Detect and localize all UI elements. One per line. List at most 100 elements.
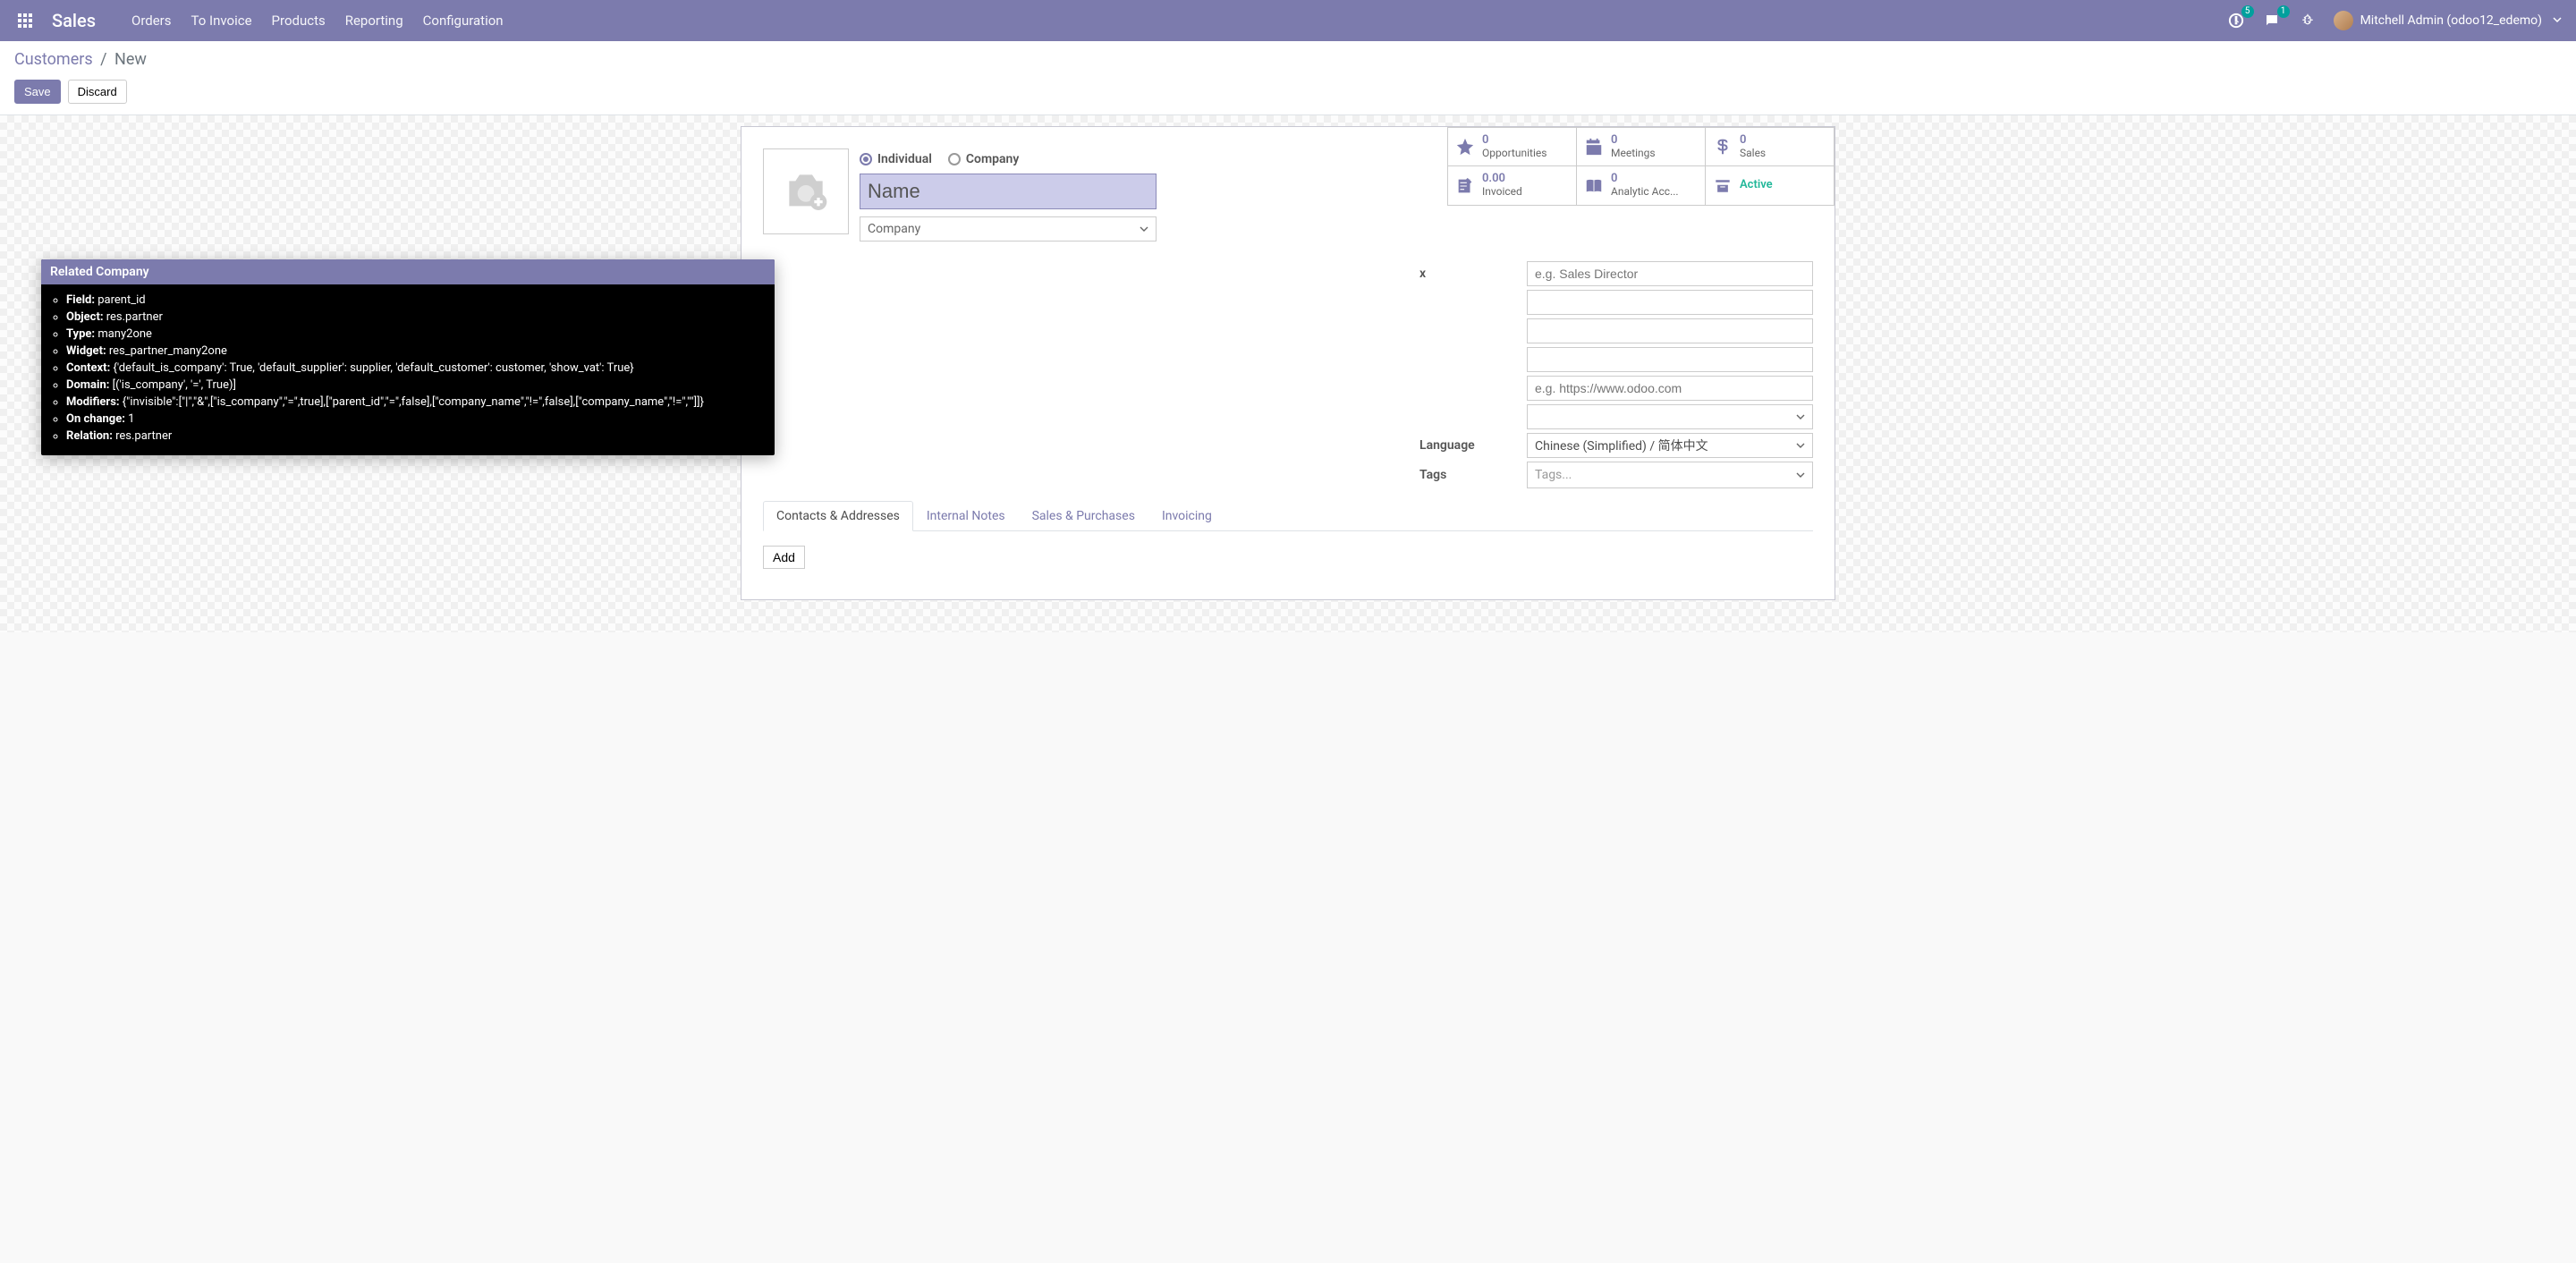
stat-num: 0 bbox=[1740, 134, 1766, 148]
tooltip-row: Modifiers: {"invisible":["|","&",["is_co… bbox=[66, 394, 775, 411]
chevron-down-icon bbox=[1796, 412, 1805, 421]
menu-reporting[interactable]: Reporting bbox=[345, 13, 403, 29]
job-position-input[interactable] bbox=[1527, 261, 1813, 286]
menu-configuration[interactable]: Configuration bbox=[423, 13, 504, 29]
tab-invoicing[interactable]: Invoicing bbox=[1148, 501, 1225, 531]
mobile-input[interactable] bbox=[1527, 318, 1813, 343]
tooltip-row: Type: many2one bbox=[66, 326, 775, 343]
stat-analytic[interactable]: 0Analytic Acc... bbox=[1577, 166, 1706, 206]
fields-right: x x x x x x bbox=[1419, 261, 1813, 488]
activities-icon[interactable]: 5 bbox=[2226, 11, 2246, 30]
breadcrumb: Customers / New bbox=[14, 50, 2562, 69]
stat-label: Meetings bbox=[1611, 148, 1656, 160]
discard-button[interactable]: Discard bbox=[68, 80, 127, 104]
menu-orders[interactable]: Orders bbox=[131, 13, 172, 29]
stat-label: Invoiced bbox=[1482, 186, 1522, 199]
cp-buttons: Save Discard bbox=[14, 80, 2562, 104]
breadcrumb-sep: / bbox=[97, 50, 110, 69]
control-panel: Customers / New Save Discard bbox=[0, 41, 2576, 115]
field-tooltip: Related Company Field: parent_id Object:… bbox=[41, 259, 775, 455]
tags-input[interactable]: Tags... bbox=[1527, 462, 1813, 488]
stat-meetings[interactable]: 0Meetings bbox=[1577, 127, 1706, 166]
tabs: Contacts & Addresses Internal Notes Sale… bbox=[763, 501, 1813, 531]
caret-down-icon bbox=[2553, 13, 2562, 28]
radio-icon bbox=[860, 153, 872, 165]
discuss-badge: 1 bbox=[2277, 5, 2290, 18]
parent-company-select[interactable]: Company bbox=[860, 216, 1157, 242]
tooltip-list: Field: parent_id Object: res.partner Typ… bbox=[41, 292, 775, 445]
tooltip-title: Related Company bbox=[41, 259, 775, 284]
menu-products[interactable]: Products bbox=[272, 13, 326, 29]
apps-icon[interactable] bbox=[14, 10, 36, 31]
nav-right: 5 1 Mitchell Admin (odoo12_edemo) bbox=[2226, 11, 2562, 30]
save-button[interactable]: Save bbox=[14, 80, 61, 104]
language-select[interactable]: Chinese (Simplified) / 简体中文 bbox=[1527, 433, 1813, 458]
tab-contacts[interactable]: Contacts & Addresses bbox=[763, 501, 913, 531]
archive-icon bbox=[1713, 176, 1733, 196]
stat-sales[interactable]: 0Sales bbox=[1706, 127, 1835, 166]
stat-num: 0 bbox=[1482, 134, 1546, 148]
radio-label: Individual bbox=[877, 152, 932, 166]
radio-company[interactable]: Company bbox=[948, 152, 1019, 166]
calendar-icon bbox=[1584, 137, 1604, 157]
tab-sales-purchases[interactable]: Sales & Purchases bbox=[1019, 501, 1148, 531]
image-upload[interactable] bbox=[763, 148, 849, 234]
stat-num: 0 bbox=[1611, 173, 1679, 186]
name-block: Individual Company Company bbox=[860, 148, 1157, 242]
discuss-icon[interactable]: 1 bbox=[2262, 11, 2282, 30]
stat-label: Active bbox=[1740, 179, 1773, 192]
nav-menu: Orders To Invoice Products Reporting Con… bbox=[131, 13, 504, 29]
breadcrumb-current: New bbox=[114, 50, 147, 69]
company-type-radios: Individual Company bbox=[860, 148, 1157, 166]
menu-to-invoice[interactable]: To Invoice bbox=[191, 13, 252, 29]
debug-icon[interactable] bbox=[2298, 11, 2318, 30]
radio-label: Company bbox=[966, 152, 1019, 166]
stat-button-box: 0Opportunities 0Meetings 0Sales 0.00Invo… bbox=[1447, 127, 1835, 206]
tooltip-row: Domain: [('is_company', '=', True)] bbox=[66, 377, 775, 394]
star-icon bbox=[1455, 137, 1475, 157]
breadcrumb-customers[interactable]: Customers bbox=[14, 50, 93, 69]
tags-placeholder: Tags... bbox=[1535, 468, 1572, 482]
stat-num: 0.00 bbox=[1482, 173, 1522, 186]
stat-num: 0 bbox=[1611, 134, 1656, 148]
form-sheet: 0Opportunities 0Meetings 0Sales 0.00Invo… bbox=[741, 126, 1835, 600]
radio-individual[interactable]: Individual bbox=[860, 152, 932, 166]
activities-badge: 5 bbox=[2241, 5, 2254, 18]
tooltip-row: Object: res.partner bbox=[66, 309, 775, 326]
tooltip-row: Relation: res.partner bbox=[66, 428, 775, 445]
tooltip-row: On change: 1 bbox=[66, 411, 775, 428]
stat-invoiced[interactable]: 0.00Invoiced bbox=[1448, 166, 1577, 206]
app-brand[interactable]: Sales bbox=[52, 10, 96, 31]
dollar-icon bbox=[1713, 137, 1733, 157]
pencil-icon bbox=[1455, 176, 1475, 196]
tooltip-row: Field: parent_id bbox=[66, 292, 775, 309]
book-icon bbox=[1584, 176, 1604, 196]
tags-label: Tags bbox=[1419, 468, 1520, 482]
tab-internal-notes[interactable]: Internal Notes bbox=[913, 501, 1019, 531]
language-value: Chinese (Simplified) / 简体中文 bbox=[1535, 437, 1708, 454]
website-input[interactable] bbox=[1527, 376, 1813, 401]
stat-label: Opportunities bbox=[1482, 148, 1546, 160]
radio-icon bbox=[948, 153, 961, 165]
avatar bbox=[2334, 11, 2353, 30]
tooltip-row: Context: {'default_is_company': True, 'd… bbox=[66, 360, 775, 377]
stat-active[interactable]: Active bbox=[1706, 166, 1835, 206]
stat-opportunities[interactable]: 0Opportunities bbox=[1448, 127, 1577, 166]
name-input[interactable] bbox=[860, 174, 1157, 209]
company-select-text: Company bbox=[868, 222, 920, 236]
add-button[interactable]: Add bbox=[763, 546, 805, 569]
chevron-down-icon bbox=[1140, 225, 1148, 233]
notebook: Contacts & Addresses Internal Notes Sale… bbox=[763, 501, 1813, 569]
stat-label: Sales bbox=[1740, 148, 1766, 160]
user-name: Mitchell Admin (odoo12_edemo) bbox=[2360, 13, 2542, 28]
navbar: Sales Orders To Invoice Products Reporti… bbox=[0, 0, 2576, 41]
email-input[interactable] bbox=[1527, 347, 1813, 372]
phone-input[interactable] bbox=[1527, 290, 1813, 315]
tooltip-row: Widget: res_partner_many2one bbox=[66, 343, 775, 360]
tab-body: Add bbox=[763, 531, 1813, 569]
stat-label: Analytic Acc... bbox=[1611, 186, 1679, 199]
title-select[interactable] bbox=[1527, 404, 1813, 429]
chevron-down-icon bbox=[1796, 441, 1805, 450]
user-menu[interactable]: Mitchell Admin (odoo12_edemo) bbox=[2334, 11, 2562, 30]
language-label: Language bbox=[1419, 438, 1520, 453]
